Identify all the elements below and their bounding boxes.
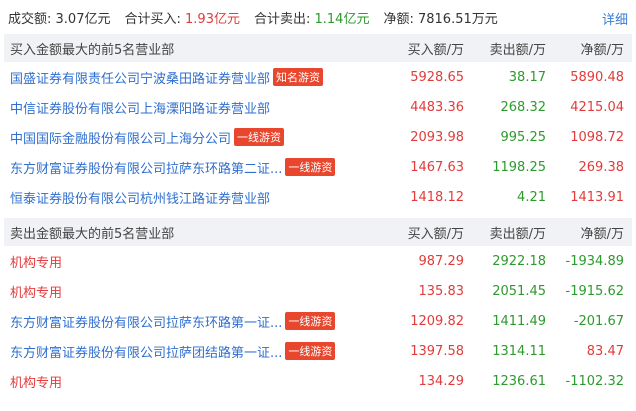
broker-name-cell[interactable]: 东方财富证券股份有限公司拉萨团结路第一证... 一线游资 <box>4 342 392 361</box>
buy-amount-cell: 2093.98 <box>410 129 464 145</box>
net-amount-cell: 4215.04 <box>570 99 624 115</box>
buy-section-header: 买入金额最大的前5名营业部 买入额/万 卖出额/万 净额/万 <box>4 34 632 62</box>
trader-tag-badge: 一线游资 <box>285 342 336 360</box>
sell-section-title: 卖出金额最大的前5名营业部 <box>10 226 175 242</box>
broker-name-cell[interactable]: 机构专用 <box>4 282 392 301</box>
buy-amount-cell: 1467.63 <box>410 159 464 175</box>
buy-col-buy-header: 买入额/万 <box>407 42 464 58</box>
turnover-value: 3.07亿元 <box>55 11 111 27</box>
sell-amount-cell: 2922.18 <box>492 253 546 269</box>
buy-amount-cell: 987.29 <box>418 253 465 269</box>
sell-amount-cell: 1411.49 <box>492 313 546 329</box>
buy-amount-cell: 1397.58 <box>410 343 464 359</box>
broker-name[interactable]: 中信证券股份有限公司上海溧阳路证券营业部 <box>10 98 270 117</box>
sell-amount-cell: 38.17 <box>508 69 546 85</box>
sell-table-row[interactable]: 机构专用 134.29 1236.61 -1102.32 <box>4 366 632 396</box>
buy-amount-cell: 1418.12 <box>410 189 464 205</box>
broker-name[interactable]: 东方财富证券股份有限公司拉萨东环路第一证... <box>10 312 282 331</box>
broker-name[interactable]: 恒泰证券股份有限公司杭州钱江路证券营业部 <box>10 188 270 207</box>
sell-col-sell-header: 卖出额/万 <box>489 226 546 242</box>
sell-amount-cell: 268.32 <box>500 99 547 115</box>
turnover-label: 成交额: <box>8 11 52 27</box>
sell-table-row[interactable]: 东方财富证券股份有限公司拉萨东环路第一证... 一线游资 1209.82 1411.4… <box>4 306 632 336</box>
broker-name-cell[interactable]: 中信证券股份有限公司上海溧阳路证券营业部 <box>4 98 392 117</box>
broker-name-cell[interactable]: 中国国际金融股份有限公司上海分公司 一线游资 <box>4 128 392 147</box>
buy-table-row[interactable]: 东方财富证券股份有限公司拉萨东环路第二证... 一线游资 1467.63 1198.2… <box>4 152 632 182</box>
buy-table-row[interactable]: 恒泰证券股份有限公司杭州钱江路证券营业部 1418.12 4.21 1413.91 <box>4 182 632 212</box>
total-sell-value: 1.14亿元 <box>314 11 370 27</box>
trader-tag-badge: 一线游资 <box>285 158 336 176</box>
sell-amount-cell: 995.25 <box>500 129 547 145</box>
trader-tag-badge: 一线游资 <box>285 312 336 330</box>
sell-table-row[interactable]: 机构专用 135.83 2051.45 -1915.62 <box>4 276 632 306</box>
buy-col-net-header: 净额/万 <box>580 42 624 58</box>
buy-col-sell-header: 卖出额/万 <box>489 42 546 58</box>
buy-amount-cell: 5928.65 <box>410 69 464 85</box>
detail-link[interactable]: 详细 <box>602 9 628 28</box>
buy-amount-cell: 134.29 <box>418 373 465 389</box>
trader-tag-badge: 一线游资 <box>234 128 285 146</box>
trader-tag-badge: 知名游资 <box>273 68 324 86</box>
broker-name[interactable]: 机构专用 <box>10 282 62 301</box>
sell-amount-cell: 1314.11 <box>492 343 546 359</box>
total-sell-summary: 合计卖出: 1.14亿元 <box>254 8 369 27</box>
sell-amount-cell: 1198.25 <box>492 159 546 175</box>
buy-table-row[interactable]: 国盛证券有限责任公司宁波桑田路证券营业部 知名游资 5928.65 38.17 5890… <box>4 62 632 92</box>
buy-table-body: 国盛证券有限责任公司宁波桑田路证券营业部 知名游资 5928.65 38.17 5890… <box>0 62 636 212</box>
net-amount-cell: -1102.32 <box>565 373 624 389</box>
net-amount-cell: -1934.89 <box>565 253 624 269</box>
sell-amount-cell: 4.21 <box>517 189 546 205</box>
net-amount-cell: -201.67 <box>573 313 624 329</box>
sell-table-body: 机构专用 987.29 2922.18 -1934.89 机构专用 135.83 2051.… <box>0 246 636 396</box>
net-amount-cell: 83.47 <box>586 343 624 359</box>
broker-name-cell[interactable]: 机构专用 <box>4 252 392 271</box>
net-value: 7816.51万元 <box>417 11 498 27</box>
broker-name-cell[interactable]: 国盛证券有限责任公司宁波桑田路证券营业部 知名游资 <box>4 68 392 87</box>
sell-amount-cell: 2051.45 <box>492 283 546 299</box>
sell-amount-cell: 1236.61 <box>492 373 546 389</box>
summary-bar: 成交额: 3.07亿元 合计买入: 1.93亿元 合计卖出: 1.14亿元 净额… <box>0 0 636 34</box>
total-buy-summary: 合计买入: 1.93亿元 <box>124 8 239 27</box>
buy-amount-cell: 4483.36 <box>410 99 464 115</box>
total-buy-label: 合计买入: <box>124 11 181 27</box>
sell-table-row[interactable]: 东方财富证券股份有限公司拉萨团结路第一证... 一线游资 1397.58 1314.1… <box>4 336 632 366</box>
broker-name-cell[interactable]: 东方财富证券股份有限公司拉萨东环路第二证... 一线游资 <box>4 158 392 177</box>
broker-name-cell[interactable]: 恒泰证券股份有限公司杭州钱江路证券营业部 <box>4 188 392 207</box>
net-label: 净额: <box>383 11 414 27</box>
total-sell-label: 合计卖出: <box>253 11 311 27</box>
broker-name-cell[interactable]: 机构专用 <box>4 372 392 391</box>
buy-amount-cell: 1209.82 <box>410 313 464 329</box>
sell-col-buy-header: 买入额/万 <box>407 226 464 242</box>
broker-name[interactable]: 东方财富证券股份有限公司拉萨团结路第一证... <box>10 342 282 361</box>
net-amount-cell: 1098.72 <box>570 129 624 145</box>
broker-name[interactable]: 东方财富证券股份有限公司拉萨东环路第二证... <box>10 158 282 177</box>
net-amount-cell: -1915.62 <box>565 283 624 299</box>
total-buy-value: 1.93亿元 <box>185 11 240 27</box>
net-amount-cell: 1413.91 <box>570 189 624 205</box>
sell-col-net-header: 净额/万 <box>580 226 624 242</box>
broker-name[interactable]: 机构专用 <box>10 372 62 391</box>
net-amount-cell: 269.38 <box>578 159 625 175</box>
buy-table-row[interactable]: 中国国际金融股份有限公司上海分公司 一线游资 2093.98 995.25 1098.7… <box>4 122 632 152</box>
sell-section-header: 卖出金额最大的前5名营业部 买入额/万 卖出额/万 净额/万 <box>4 218 632 246</box>
buy-section-title: 买入金额最大的前5名营业部 <box>10 42 175 58</box>
net-amount-cell: 5890.48 <box>570 69 624 85</box>
broker-name-cell[interactable]: 东方财富证券股份有限公司拉萨东环路第一证... 一线游资 <box>4 312 392 331</box>
turnover-summary: 成交额: 3.07亿元 <box>8 8 110 27</box>
net-summary: 净额: 7816.51万元 <box>383 8 497 27</box>
buy-amount-cell: 135.83 <box>418 283 465 299</box>
buy-table-row[interactable]: 中信证券股份有限公司上海溧阳路证券营业部 4483.36 268.32 4215.04 <box>4 92 632 122</box>
broker-name[interactable]: 机构专用 <box>10 252 62 271</box>
sell-table-row[interactable]: 机构专用 987.29 2922.18 -1934.89 <box>4 246 632 276</box>
broker-name[interactable]: 国盛证券有限责任公司宁波桑田路证券营业部 <box>10 68 270 87</box>
broker-name[interactable]: 中国国际金融股份有限公司上海分公司 <box>10 128 231 147</box>
